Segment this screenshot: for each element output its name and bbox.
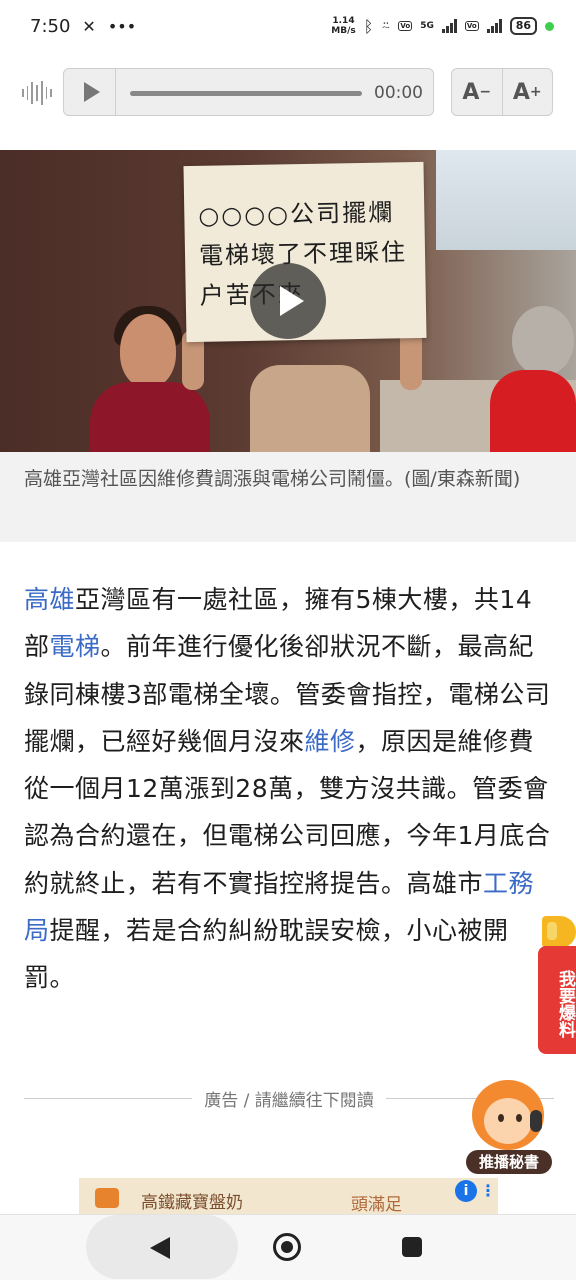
- status-bar: 7:50 ✕ ••• 1.14 MB/s ᛒ ⍨ Vo 5G Vo 86: [0, 0, 576, 52]
- battery-icon: 86: [509, 17, 537, 35]
- video-person-face: [120, 314, 176, 388]
- font-increase-button[interactable]: A +: [501, 69, 553, 115]
- assistant-face: [484, 1098, 532, 1144]
- video-play-button[interactable]: [250, 263, 326, 339]
- image-caption: 高雄亞灣社區因維修費調漲與電梯公司鬧僵。(圖/東森新聞): [0, 452, 576, 542]
- ad-text-2: 頭滿足: [351, 1195, 402, 1214]
- status-time: 7:50: [30, 15, 71, 37]
- missed-call-icon: ✕: [82, 16, 96, 36]
- headset-mic-icon: [530, 1110, 542, 1132]
- audio-player-row: 00:00 A − A +: [0, 68, 576, 118]
- video-protester-body: [250, 365, 370, 452]
- audio-progress-track[interactable]: [130, 91, 362, 96]
- font-decrease-button[interactable]: A −: [452, 69, 502, 115]
- video-bystander-head: [512, 306, 574, 376]
- ad-text: 高鐵藏寶盤奶: [141, 1193, 243, 1213]
- audio-play-button[interactable]: [64, 69, 116, 115]
- report-news-tab[interactable]: 我要爆料: [538, 912, 576, 1054]
- audio-wave-icon: [22, 80, 53, 106]
- video-arm-right: [400, 330, 422, 390]
- video-bystander-body: [490, 370, 576, 452]
- assistant-eye: [516, 1114, 522, 1122]
- audio-time: 00:00: [374, 83, 423, 103]
- ad-banner[interactable]: 高鐵藏寶盤奶 頭滿足 i ⋮: [79, 1178, 498, 1214]
- ad-menu-icon[interactable]: ⋮: [480, 1180, 496, 1202]
- font-size-control: A − A +: [451, 68, 553, 116]
- push-assistant-button[interactable]: 推播秘書: [466, 1080, 552, 1176]
- keyword-link-kaohsiung[interactable]: 高雄: [24, 585, 75, 614]
- back-icon[interactable]: [150, 1237, 170, 1259]
- network-5g: 5G: [420, 21, 434, 31]
- more-notifications-icon: •••: [107, 16, 137, 36]
- ad-controls: i ⋮: [455, 1180, 496, 1202]
- system-navigation-bar: [0, 1214, 576, 1280]
- recent-apps-icon[interactable]: [402, 1237, 422, 1257]
- article-text: 提醒，若是合約糾紛耽誤安檢，小心被開罰。: [24, 916, 509, 993]
- article-video[interactable]: ○○○○公司擺爛電梯壞了不理睬住户苦不來: [0, 150, 576, 452]
- keyword-link-elevator[interactable]: 電梯: [50, 632, 101, 661]
- bluetooth-icon: ᛒ: [363, 16, 374, 36]
- assistant-eye: [498, 1114, 504, 1122]
- signal-icon: [441, 19, 457, 33]
- play-icon: [83, 82, 100, 102]
- audio-player: 00:00: [63, 68, 434, 116]
- report-news-label: 我要爆料: [538, 946, 576, 1054]
- signal-icon-2: [486, 19, 502, 33]
- ad-divider-label: 廣告 / 請繼續往下閱讀: [204, 1090, 374, 1111]
- article-body: 高雄亞灣區有一處社區，擁有5棟大樓，共14部電梯。前年進行優化後卻狀況不斷，最高…: [24, 576, 554, 1002]
- network-speed: 1.14 MB/s: [331, 16, 356, 36]
- video-sky: [436, 150, 576, 250]
- video-play-icon: [279, 286, 304, 316]
- earbuds-icon: ⍨: [381, 17, 391, 35]
- privacy-dot-icon: [545, 21, 554, 31]
- divider-line: [24, 1097, 193, 1099]
- assistant-label: 推播秘書: [466, 1150, 552, 1174]
- volte-icon-2: Vo: [464, 21, 479, 31]
- video-person-body: [90, 382, 210, 452]
- keyword-link-maintenance[interactable]: 維修: [305, 727, 356, 756]
- volte-icon: Vo: [398, 21, 413, 31]
- home-icon[interactable]: [273, 1233, 301, 1261]
- ad-info-icon[interactable]: i: [455, 1180, 477, 1202]
- ad-logo-icon: [95, 1188, 119, 1208]
